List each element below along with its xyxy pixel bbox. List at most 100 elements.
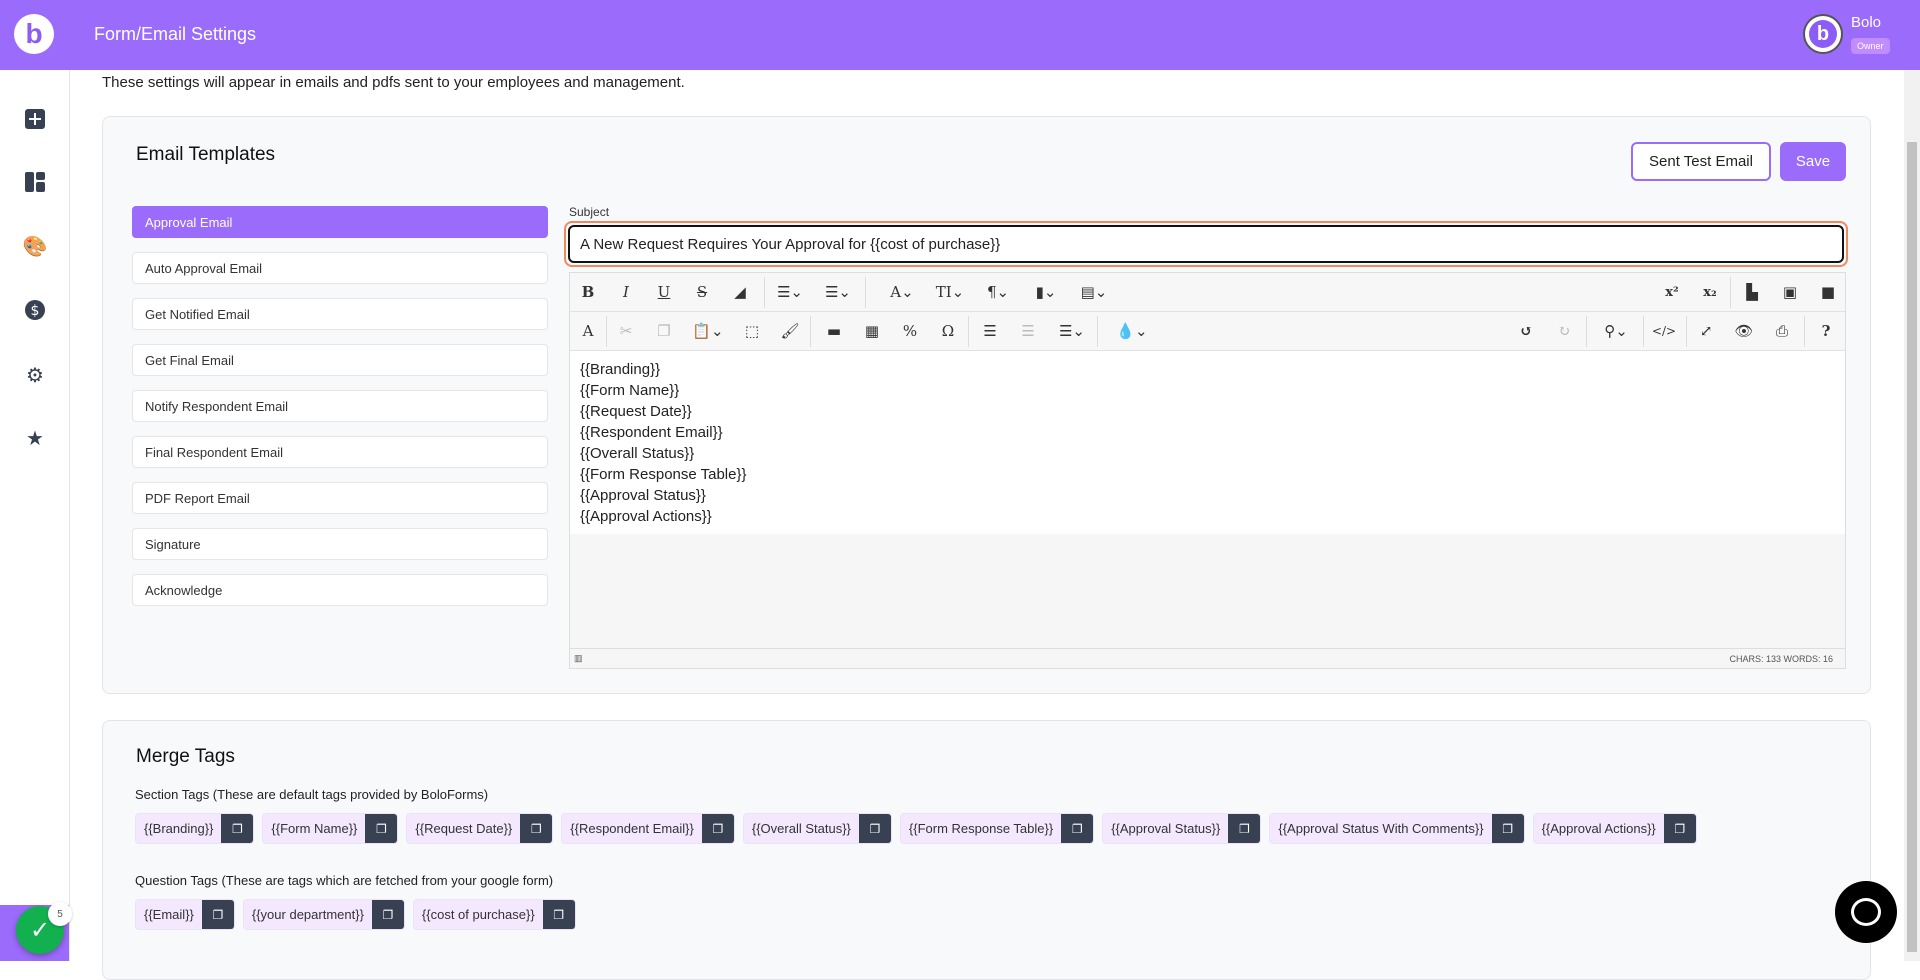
section-tags-list: {{Branding}} ❐ {{Form Name}} ❐ {{Request D… [135,813,1697,844]
template-item-pdf-report[interactable]: PDF Report Email [132,482,548,514]
toolbar-row-1: B I U S ◢ ☰⌄ ☰⌄ A⌄ TI⌄ ¶⌄ ▮⌄ ▤⌄ x² x₂ ▙ … [570,273,1845,312]
gear-icon[interactable]: ⚙ [23,363,47,387]
strikethrough-icon[interactable]: S [690,281,714,303]
copy-icon[interactable]: ❐ [371,900,404,929]
redo-icon[interactable]: ↻ [1552,320,1576,342]
copy-icon[interactable]: ❐ [221,814,254,843]
color-icon[interactable]: 💧⌄ [1114,320,1150,342]
section-tags-label: Section Tags (These are default tags pro… [135,787,489,802]
subject-input[interactable]: A New Request Requires Your Approval for… [568,225,1844,263]
subscript-icon[interactable]: x₂ [1698,281,1722,303]
video-icon[interactable]: ■ [1816,281,1840,303]
star-icon[interactable]: ★ [23,426,47,450]
page-title: Form/Email Settings [94,24,257,44]
template-item-approval[interactable]: Approval Email [132,206,548,238]
preview-eye-icon[interactable]: 👁 [1732,320,1756,342]
merge-tag: {{Respondent Email}} ❐ [561,813,735,844]
user-name: Bolo [1851,14,1882,31]
subject-label: Subject [569,205,610,219]
copy-icon[interactable]: ❐ [542,900,575,929]
print-icon[interactable]: ⎙ [1770,320,1794,342]
indent-icon[interactable]: ☰ [978,320,1002,342]
fullscreen-icon[interactable]: ⤢ [1694,320,1718,342]
paste-icon[interactable]: 📋⌄ [690,320,726,342]
template-item-acknowledge[interactable]: Acknowledge [132,574,548,606]
template-item-get-final[interactable]: Get Final Email [132,344,548,376]
bullet-list-icon[interactable]: ☰⌄ [772,281,808,303]
body-line: {{Respondent Email}} [580,424,723,441]
copy-icon[interactable]: ❐ [1061,814,1094,843]
block-icon[interactable]: ▮⌄ [1028,281,1064,303]
merge-tag: {{Overall Status}} ❐ [742,813,892,844]
body-line: {{Overall Status}} [580,445,695,462]
scrollbar-thumb[interactable] [1907,142,1917,952]
merge-tag: {{Branding}} ❐ [135,813,255,844]
dollar-icon[interactable]: $ [23,298,47,322]
rich-text-editor: B I U S ◢ ☰⌄ ☰⌄ A⌄ TI⌄ ¶⌄ ▮⌄ ▤⌄ x² x₂ ▙ … [569,272,1846,669]
editor-status-bar: ▥ CHARS: 133 WORDS: 16 [570,648,1845,668]
cut-icon[interactable]: ✂ [614,320,638,342]
font-icon[interactable]: A⌄ [884,281,920,303]
image-icon[interactable]: ▣ [1778,281,1802,303]
line-height-icon[interactable]: ▤⌄ [1076,281,1112,303]
settings-description: These settings will appear in emails and… [102,74,685,91]
char-word-count: CHARS: 133 WORDS: 16 [1729,654,1833,664]
app-logo[interactable]: b [14,14,54,54]
file-icon[interactable]: ▙ [1740,281,1764,303]
spellcheck-icon[interactable]: A [576,320,600,342]
user-role-badge: Owner [1851,38,1890,54]
bold-icon[interactable]: B [576,281,600,303]
merge-tag: {{Approval Actions}} ❐ [1532,813,1697,844]
template-item-notify-respondent[interactable]: Notify Respondent Email [132,390,548,422]
format-painter-icon[interactable]: 🖌 [778,320,802,342]
copy-icon[interactable]: ❐ [701,814,734,843]
send-test-email-button[interactable]: Sent Test Email [1631,142,1771,181]
table-icon[interactable]: ▦ [860,320,884,342]
align-icon[interactable]: ☰⌄ [1054,320,1090,342]
body-line: {{Form Name}} [580,382,680,399]
link-icon[interactable]: % [898,320,922,342]
template-item-get-notified[interactable]: Get Notified Email [132,298,548,330]
merge-tag: {{cost of purchase}} ❐ [412,899,576,930]
body-line: {{Branding}} [580,361,661,378]
save-button[interactable]: Save [1780,142,1846,181]
copy-icon[interactable]: ❐ [201,900,234,929]
email-templates-title: Email Templates [136,144,276,165]
paragraph-icon[interactable]: ¶⌄ [980,281,1016,303]
copy-icon[interactable]: ❐ [365,814,398,843]
search-icon[interactable]: ⚲⌄ [1596,320,1636,342]
merge-tag: {{Form Name}} ❐ [262,813,399,844]
merge-tag: {{Form Response Table}} ❐ [899,813,1095,844]
underline-icon[interactable]: U [652,281,676,303]
resize-handle-icon[interactable]: ▥ [574,653,583,664]
merge-tag: {{Approval Status}} ❐ [1102,813,1262,844]
chat-bubble-icon[interactable] [1835,881,1897,943]
italic-icon[interactable]: I [614,281,638,303]
template-item-final-respondent[interactable]: Final Respondent Email [132,436,548,468]
help-icon[interactable]: ? [1814,320,1838,342]
special-char-icon[interactable]: Ω [936,320,960,342]
select-all-icon[interactable]: ⬚ [740,320,764,342]
source-code-icon[interactable]: </> [1652,320,1676,342]
undo-icon[interactable]: ↺ [1514,320,1538,342]
palette-icon[interactable]: 🎨 [23,234,48,258]
copy-icon[interactable]: ❐ [520,814,553,843]
horizontal-line-icon[interactable]: ▬ [822,320,846,342]
editor-content[interactable]: {{Branding}} {{Form Name}} {{Request Dat… [570,351,1845,534]
numbered-list-icon[interactable]: ☰⌄ [820,281,856,303]
page-scrollbar[interactable] [1904,70,1920,961]
copy-icon[interactable]: ❐ [858,814,891,843]
copy-icon[interactable]: ❐ [1491,814,1524,843]
outdent-icon[interactable]: ☰ [1016,320,1040,342]
eraser-icon[interactable]: ◢ [728,281,752,303]
user-avatar[interactable]: b [1803,14,1843,54]
template-item-auto-approval[interactable]: Auto Approval Email [132,252,548,284]
copy-icon[interactable]: ❐ [1228,814,1261,843]
plus-square-icon[interactable] [23,107,47,131]
font-size-icon[interactable]: TI⌄ [932,281,968,303]
dashboard-icon[interactable] [23,170,47,194]
template-item-signature[interactable]: Signature [132,528,548,560]
superscript-icon[interactable]: x² [1660,281,1684,303]
copy-icon[interactable]: ❐ [1663,814,1696,843]
copy-icon[interactable]: ❐ [652,320,676,342]
